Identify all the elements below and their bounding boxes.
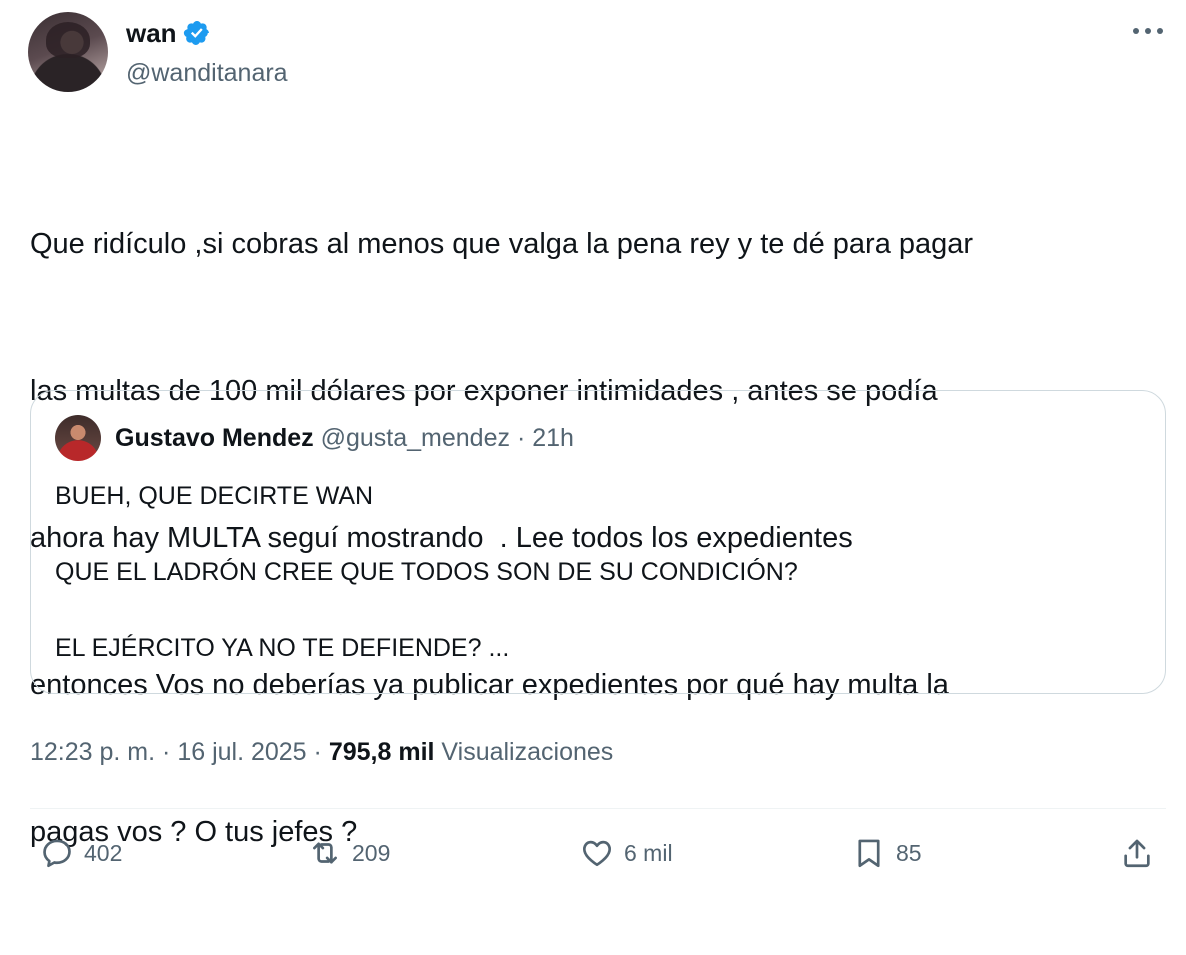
reply-count: 402: [84, 840, 123, 866]
post-date[interactable]: 16 jul. 2025: [177, 738, 306, 766]
quoted-text-line: BUEH, QUE DECIRTE WAN: [55, 482, 374, 510]
repost-icon: [313, 842, 337, 864]
like-button[interactable]: 6 mil: [580, 836, 673, 870]
quoted-author-name: Gustavo Mendez: [115, 424, 314, 452]
share-icon: [1124, 839, 1150, 868]
meta-separator: ·: [162, 738, 171, 766]
verified-badge-icon: [183, 21, 209, 45]
tweet-meta: 12:23 p. m. · 16 jul. 2025 · 795,8 mil V…: [30, 736, 613, 768]
quoted-time: 21h: [532, 424, 574, 452]
share-button[interactable]: [1120, 836, 1154, 870]
reply-icon: [43, 839, 71, 868]
repost-button[interactable]: 209: [308, 836, 390, 870]
author-name[interactable]: wan: [126, 18, 177, 48]
quoted-text-line: QUE EL LADRÓN CREE QUE TODOS SON DE SU C…: [55, 558, 798, 586]
repost-count: 209: [352, 840, 391, 866]
author-handle[interactable]: @wanditanara: [126, 58, 288, 88]
quoted-text-line: EL EJÉRCITO YA NO TE DEFIENDE? ...: [55, 634, 510, 662]
like-count: 6 mil: [624, 840, 673, 866]
divider: [30, 808, 1166, 809]
quoted-tweet-header: Gustavo Mendez @gusta_mendez · 21h: [115, 423, 574, 453]
author-avatar[interactable]: [28, 12, 108, 92]
more-options-button[interactable]: [1126, 16, 1170, 46]
tweet-card: wan @wanditanara Que ridículo ,si cobras…: [0, 0, 1186, 892]
meta-separator: ·: [313, 738, 322, 766]
bookmark-icon: [858, 839, 880, 868]
views-count: 795,8 mil: [328, 738, 435, 766]
tweet-text-line: Que ridículo ,si cobras al menos que val…: [30, 228, 974, 260]
quoted-author-handle: @gusta_mendez: [320, 424, 510, 452]
quoted-separator: ·: [516, 424, 526, 452]
quoted-author-avatar: [55, 415, 101, 461]
bookmark-count: 85: [896, 840, 922, 866]
quoted-tweet[interactable]: Gustavo Mendez @gusta_mendez · 21h BUEH,…: [30, 390, 1166, 694]
views-label: Visualizaciones: [441, 738, 614, 766]
author-name-row[interactable]: wan: [126, 18, 211, 48]
post-time[interactable]: 12:23 p. m.: [30, 738, 155, 766]
more-dots-icon: [1133, 28, 1163, 34]
heart-icon: [583, 840, 611, 867]
bookmark-button[interactable]: 85: [852, 836, 922, 870]
reply-button[interactable]: 402: [40, 836, 122, 870]
